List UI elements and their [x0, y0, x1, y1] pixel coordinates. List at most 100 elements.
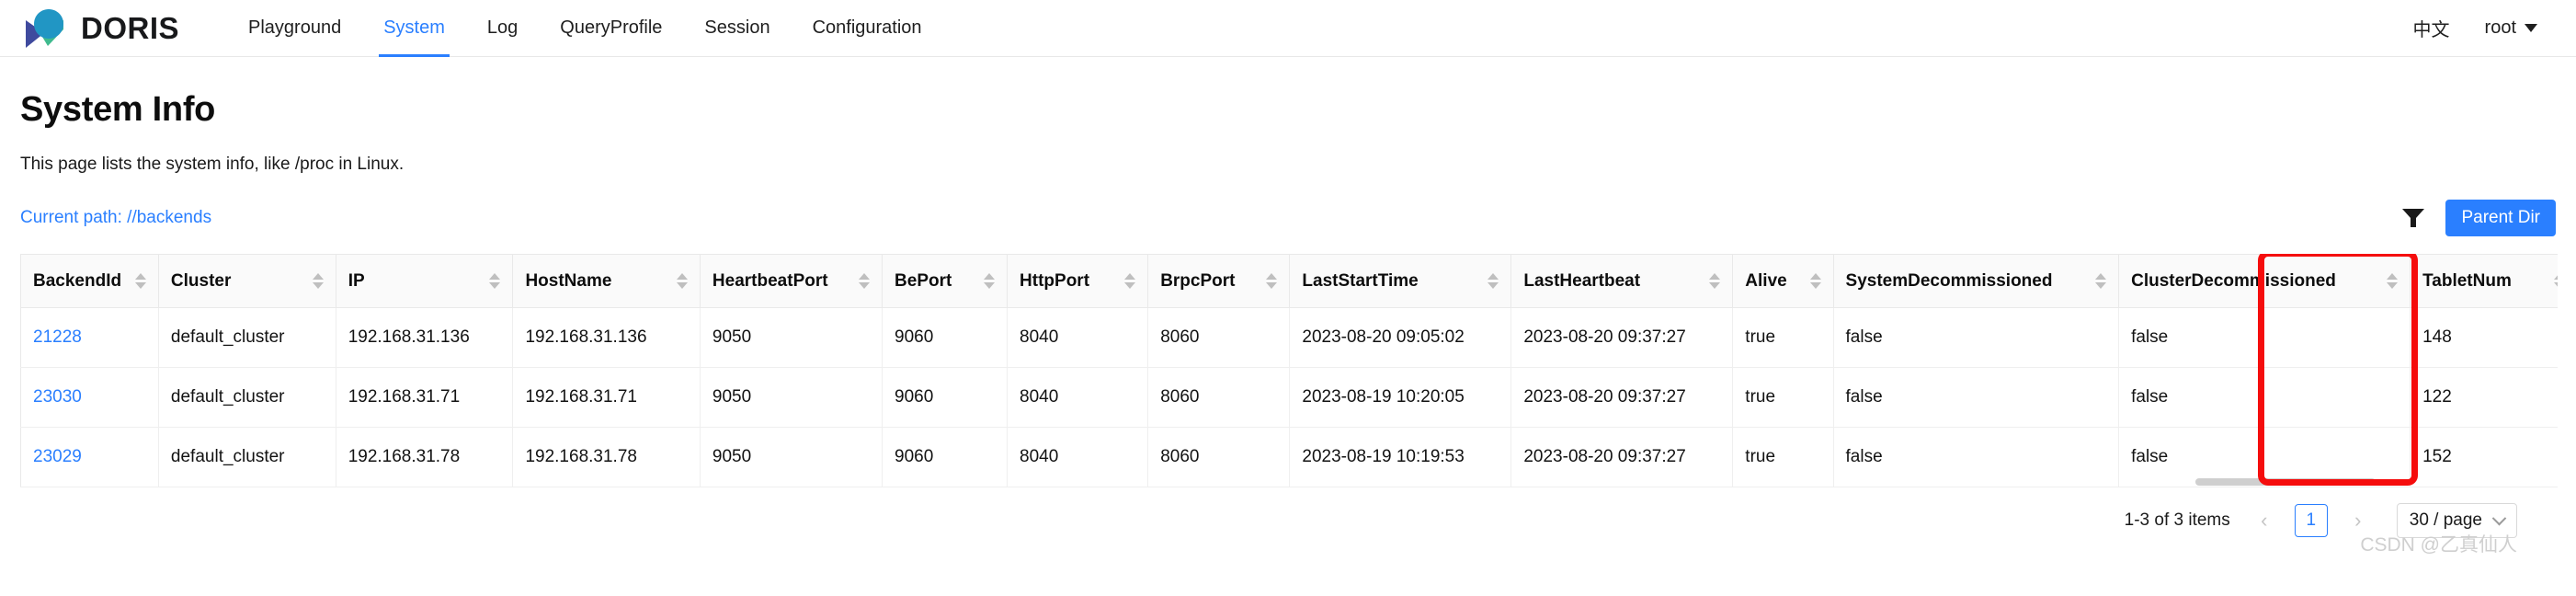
column-label: LastHeartbeat [1523, 270, 1641, 291]
cell-beport: 9060 [882, 307, 1009, 368]
column-label: SystemDecommissioned [1845, 270, 2053, 291]
column-label: TabletNum [2422, 270, 2512, 291]
cell-backendid[interactable]: 23030 [20, 367, 159, 428]
column-header-brpcport[interactable]: BrpcPort [1147, 254, 1291, 308]
nav-item-log[interactable]: Log [466, 0, 539, 57]
header-right-actions: 中文 root [2413, 15, 2537, 41]
nav-item-session[interactable]: Session [683, 0, 791, 57]
table-row[interactable]: 23030 default_cluster 192.168.31.71 192.… [20, 367, 2558, 428]
cell-lastheartbeat: 2023-08-20 09:37:27 [1510, 427, 1734, 487]
sort-arrows-icon[interactable] [1709, 273, 1721, 289]
sort-arrows-icon[interactable] [2387, 273, 2399, 289]
column-header-heartbeatport[interactable]: HeartbeatPort [700, 254, 883, 308]
path-toolbar: Current path: //backends Parent Dir [20, 200, 2556, 236]
column-header-hostname[interactable]: HostName [512, 254, 701, 308]
backendid-link[interactable]: 23029 [33, 447, 82, 466]
column-header-beport[interactable]: BePort [882, 254, 1009, 308]
backends-table-container: BackendId Cluster IP HostName HeartbeatP… [20, 254, 2558, 487]
cell-laststarttime: 2023-08-19 10:20:05 [1289, 367, 1512, 428]
cell-ip: 192.168.31.78 [336, 427, 514, 487]
current-path-link[interactable]: Current path: //backends [20, 208, 211, 228]
cell-backendid[interactable]: 21228 [20, 307, 159, 368]
sort-arrows-icon[interactable] [676, 273, 688, 289]
doris-logo-icon [20, 7, 68, 50]
cell-brpcport: 8060 [1147, 367, 1291, 428]
cell-tabletnum: 152 [2410, 427, 2558, 487]
backends-table: BackendId Cluster IP HostName HeartbeatP… [20, 254, 2558, 487]
backendid-link[interactable]: 23030 [33, 387, 82, 407]
user-menu[interactable]: root [2485, 17, 2537, 39]
nav-item-queryprofile[interactable]: QueryProfile [539, 0, 683, 57]
cell-lastheartbeat: 2023-08-20 09:37:27 [1510, 307, 1734, 368]
sort-arrows-icon[interactable] [1124, 273, 1136, 289]
cell-heartbeatport: 9050 [700, 307, 883, 368]
sort-arrows-icon[interactable] [1266, 273, 1278, 289]
cell-lastheartbeat: 2023-08-20 09:37:27 [1510, 367, 1734, 428]
language-switch[interactable]: 中文 [2413, 15, 2450, 41]
page-size-label: 30 / page [2409, 510, 2482, 530]
cell-httpport: 8040 [1007, 367, 1149, 428]
table-header-row: BackendId Cluster IP HostName HeartbeatP… [20, 254, 2558, 308]
column-label: LastStartTime [1302, 270, 1419, 291]
cell-hostname: 192.168.31.71 [512, 367, 701, 428]
column-header-lastheartbeat[interactable]: LastHeartbeat [1510, 254, 1734, 308]
table-row[interactable]: 23029 default_cluster 192.168.31.78 192.… [20, 427, 2558, 487]
backendid-link[interactable]: 21228 [33, 327, 82, 347]
cell-httpport: 8040 [1007, 427, 1149, 487]
page-title: System Info [20, 90, 216, 129]
cell-cluster: default_cluster [158, 367, 336, 428]
sort-arrows-icon[interactable] [134, 273, 146, 289]
column-header-ip[interactable]: IP [336, 254, 514, 308]
column-label: ClusterDecommissioned [2131, 270, 2336, 291]
cell-cluster: default_cluster [158, 307, 336, 368]
brand-logo[interactable]: DORIS [20, 7, 179, 50]
column-label: BackendId [33, 270, 122, 291]
cell-brpcport: 8060 [1147, 307, 1291, 368]
nav-item-configuration[interactable]: Configuration [792, 0, 943, 57]
table-footer: 1-3 of 3 items ‹ 1 › 30 / page CSDN @乙真仙… [20, 478, 2556, 556]
page-content: System Info This page lists the system i… [0, 57, 2576, 556]
sort-arrows-icon[interactable] [2095, 273, 2107, 289]
column-header-systemdecommissioned[interactable]: SystemDecommissioned [1833, 254, 2120, 308]
cell-backendid[interactable]: 23029 [20, 427, 159, 487]
parent-dir-button[interactable]: Parent Dir [2445, 200, 2556, 236]
horizontal-scrollbar[interactable] [2195, 478, 2376, 486]
column-header-backendid[interactable]: BackendId [20, 254, 159, 308]
column-header-clusterdecommissioned[interactable]: ClusterDecommissioned [2118, 254, 2411, 308]
nav-item-system[interactable]: System [362, 0, 466, 57]
watermark-text: CSDN @乙真仙人 [2360, 534, 2517, 556]
sort-arrows-icon[interactable] [312, 273, 324, 289]
sort-arrows-icon[interactable] [489, 273, 501, 289]
sort-arrows-icon[interactable] [1487, 273, 1499, 289]
cell-laststarttime: 2023-08-19 10:19:53 [1289, 427, 1512, 487]
cell-ip: 192.168.31.71 [336, 367, 514, 428]
sort-arrows-icon[interactable] [1809, 273, 1821, 289]
funnel-filter-icon[interactable] [2401, 207, 2425, 229]
column-header-tabletnum[interactable]: TabletNum [2410, 254, 2558, 308]
table-body: 21228 default_cluster 192.168.31.136 192… [20, 307, 2558, 487]
sort-arrows-icon[interactable] [859, 273, 871, 289]
cell-systemdecommissioned: false [1833, 427, 2120, 487]
sort-arrows-icon[interactable] [2554, 273, 2558, 289]
sort-arrows-icon[interactable] [984, 273, 996, 289]
cell-beport: 9060 [882, 427, 1009, 487]
column-header-httpport[interactable]: HttpPort [1007, 254, 1149, 308]
cell-alive: true [1732, 367, 1834, 428]
column-header-cluster[interactable]: Cluster [158, 254, 336, 308]
page-description: This page lists the system info, like /p… [20, 155, 405, 174]
cell-httpport: 8040 [1007, 307, 1149, 368]
pagination-page-1[interactable]: 1 [2294, 504, 2328, 537]
cell-tabletnum: 122 [2410, 367, 2558, 428]
column-header-laststarttime[interactable]: LastStartTime [1289, 254, 1512, 308]
top-header-bar: DORIS Playground System Log QueryProfile… [0, 0, 2576, 57]
cell-beport: 9060 [882, 367, 1009, 428]
column-header-alive[interactable]: Alive [1732, 254, 1834, 308]
table-row[interactable]: 21228 default_cluster 192.168.31.136 192… [20, 307, 2558, 368]
chevron-left-icon[interactable]: ‹ [2249, 505, 2280, 536]
column-label: HeartbeatPort [712, 270, 828, 291]
user-menu-label: root [2484, 17, 2516, 38]
column-label: BePort [895, 270, 952, 291]
cell-hostname: 192.168.31.136 [512, 307, 701, 368]
chevron-down-icon [2491, 510, 2507, 525]
nav-item-playground[interactable]: Playground [227, 0, 362, 57]
